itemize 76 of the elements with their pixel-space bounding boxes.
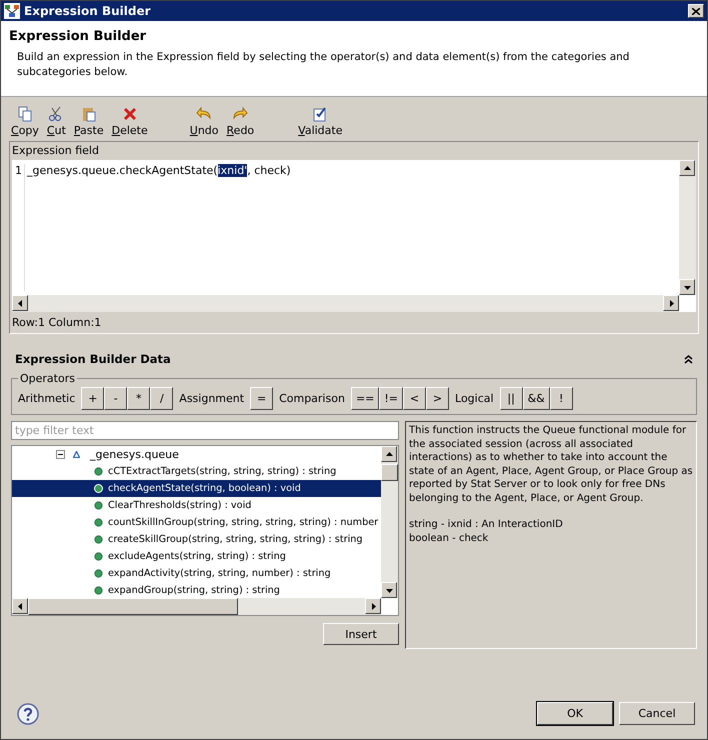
tree-item[interactable]: createSkillGroup(string, string, string, string) : string [12,531,381,548]
paste-button[interactable]: Paste [70,106,108,137]
arrow-left-icon [16,300,24,306]
undo-icon [196,106,212,122]
app-icon [4,3,20,19]
tree-item[interactable]: expandGroup(string, string) : string [12,582,381,598]
horizontal-scrollbar[interactable] [12,598,381,615]
arrow-right-icon [668,300,674,306]
collapse-icon[interactable] [56,450,65,459]
description-text: This function instructs the Queue functional module for the associated session (across all associated interactions) as to whether to take into account the state of an Agent, Place, Agent Group, or Place Group as reported by Stat Server or to look only for free DNs belonging to the Agent, Place, or Agent Group. [409,424,693,505]
arrow-up-icon [386,450,392,458]
tree-item[interactable]: expandActivity(string, string, number) : string [12,565,381,582]
package-icon [73,451,80,458]
tree-item[interactable]: excludeAgents(string, string) : string [12,548,381,565]
scrollbar-thumb[interactable] [28,598,238,615]
copy-icon [16,106,33,122]
operator-category: Logical [455,392,494,405]
cancel-button[interactable]: Cancel [619,702,695,725]
operator-button[interactable]: * [127,387,150,410]
operator-button[interactable]: + [81,387,104,410]
validate-button[interactable]: Validate [294,106,346,137]
window-title: Expression Builder [24,4,152,18]
operator-button[interactable]: / [150,387,174,410]
operator-button[interactable]: < [403,387,426,410]
paste-icon [80,106,97,122]
operator-category: Assignment [179,392,244,405]
tree-item[interactable]: countSkillInGroup(string, string, string, string) : number [12,514,381,531]
vertical-scrollbar[interactable] [381,446,398,598]
description-text: string - ixnid : An InteractionID [409,518,564,532]
delete-button[interactable]: Delete [108,106,152,137]
operator-button[interactable]: = [250,387,274,410]
description-text: boolean - check [409,532,490,545]
redo-button[interactable]: Redo [222,106,258,137]
redo-icon [232,106,248,122]
header-description: Build an expression in the Expression field by selecting the operator(s) and data element(s) from the categories and subcategories below. [16,50,630,80]
operator-category: Arithmetic [18,392,76,405]
operators-legend: Operators [18,372,77,385]
help-icon[interactable] [17,702,39,724]
undo-button[interactable]: Undo [186,106,223,137]
ok-button[interactable]: OK [537,702,613,725]
cursor-position: Row:1 Column:1 [12,315,102,331]
collapse-icon[interactable] [684,354,693,364]
expression-text: _genesys.queue.checkAgentState(ixnid', check) [27,164,291,179]
operator-button[interactable]: ! [550,387,573,410]
arrow-right-icon [370,602,376,610]
validate-icon [312,106,328,122]
scrollbar-thumb[interactable] [381,464,398,480]
arrow-left-icon [16,602,24,610]
operator-button[interactable]: != [379,387,404,410]
operator-button[interactable]: - [104,387,128,410]
operator-button[interactable]: > [426,387,450,410]
filter-field[interactable]: type filter text [11,421,399,440]
tree-item[interactable]: ClearThresholds(string) : void [12,497,381,514]
tree-item[interactable]: checkAgentState(string, boolean) : void [12,480,381,497]
operator-button[interactable]: || [500,387,523,410]
close-button[interactable] [688,4,704,18]
cut-button[interactable]: Cut [42,106,70,137]
operator-button[interactable]: == [350,387,380,410]
tree-item[interactable]: cCTExtractTargets(string, string, string) : string [12,463,381,480]
arrow-up-icon [684,164,690,172]
arrow-down-icon [684,284,690,290]
header-title: Expression Builder [9,29,148,44]
arrow-down-icon [386,586,392,594]
section-title: Expression Builder Data [15,352,171,366]
horizontal-scrollbar[interactable] [12,295,679,312]
operator-button[interactable]: && [522,387,550,410]
line-number: 1 [15,164,25,291]
expression-field[interactable]: 1 _genesys.queue.checkAgentState(ixnid', check) [12,160,696,312]
close-icon [692,8,700,14]
operator-category: Comparison [279,392,345,405]
delete-icon [122,106,138,122]
vertical-scrollbar[interactable] [679,160,696,295]
insert-button[interactable]: Insert [323,623,399,645]
expression-field-label: Expression field [12,144,100,159]
tree-item[interactable]: _genesys.queue [88,448,181,461]
copy-button[interactable]: Copy [7,106,43,137]
